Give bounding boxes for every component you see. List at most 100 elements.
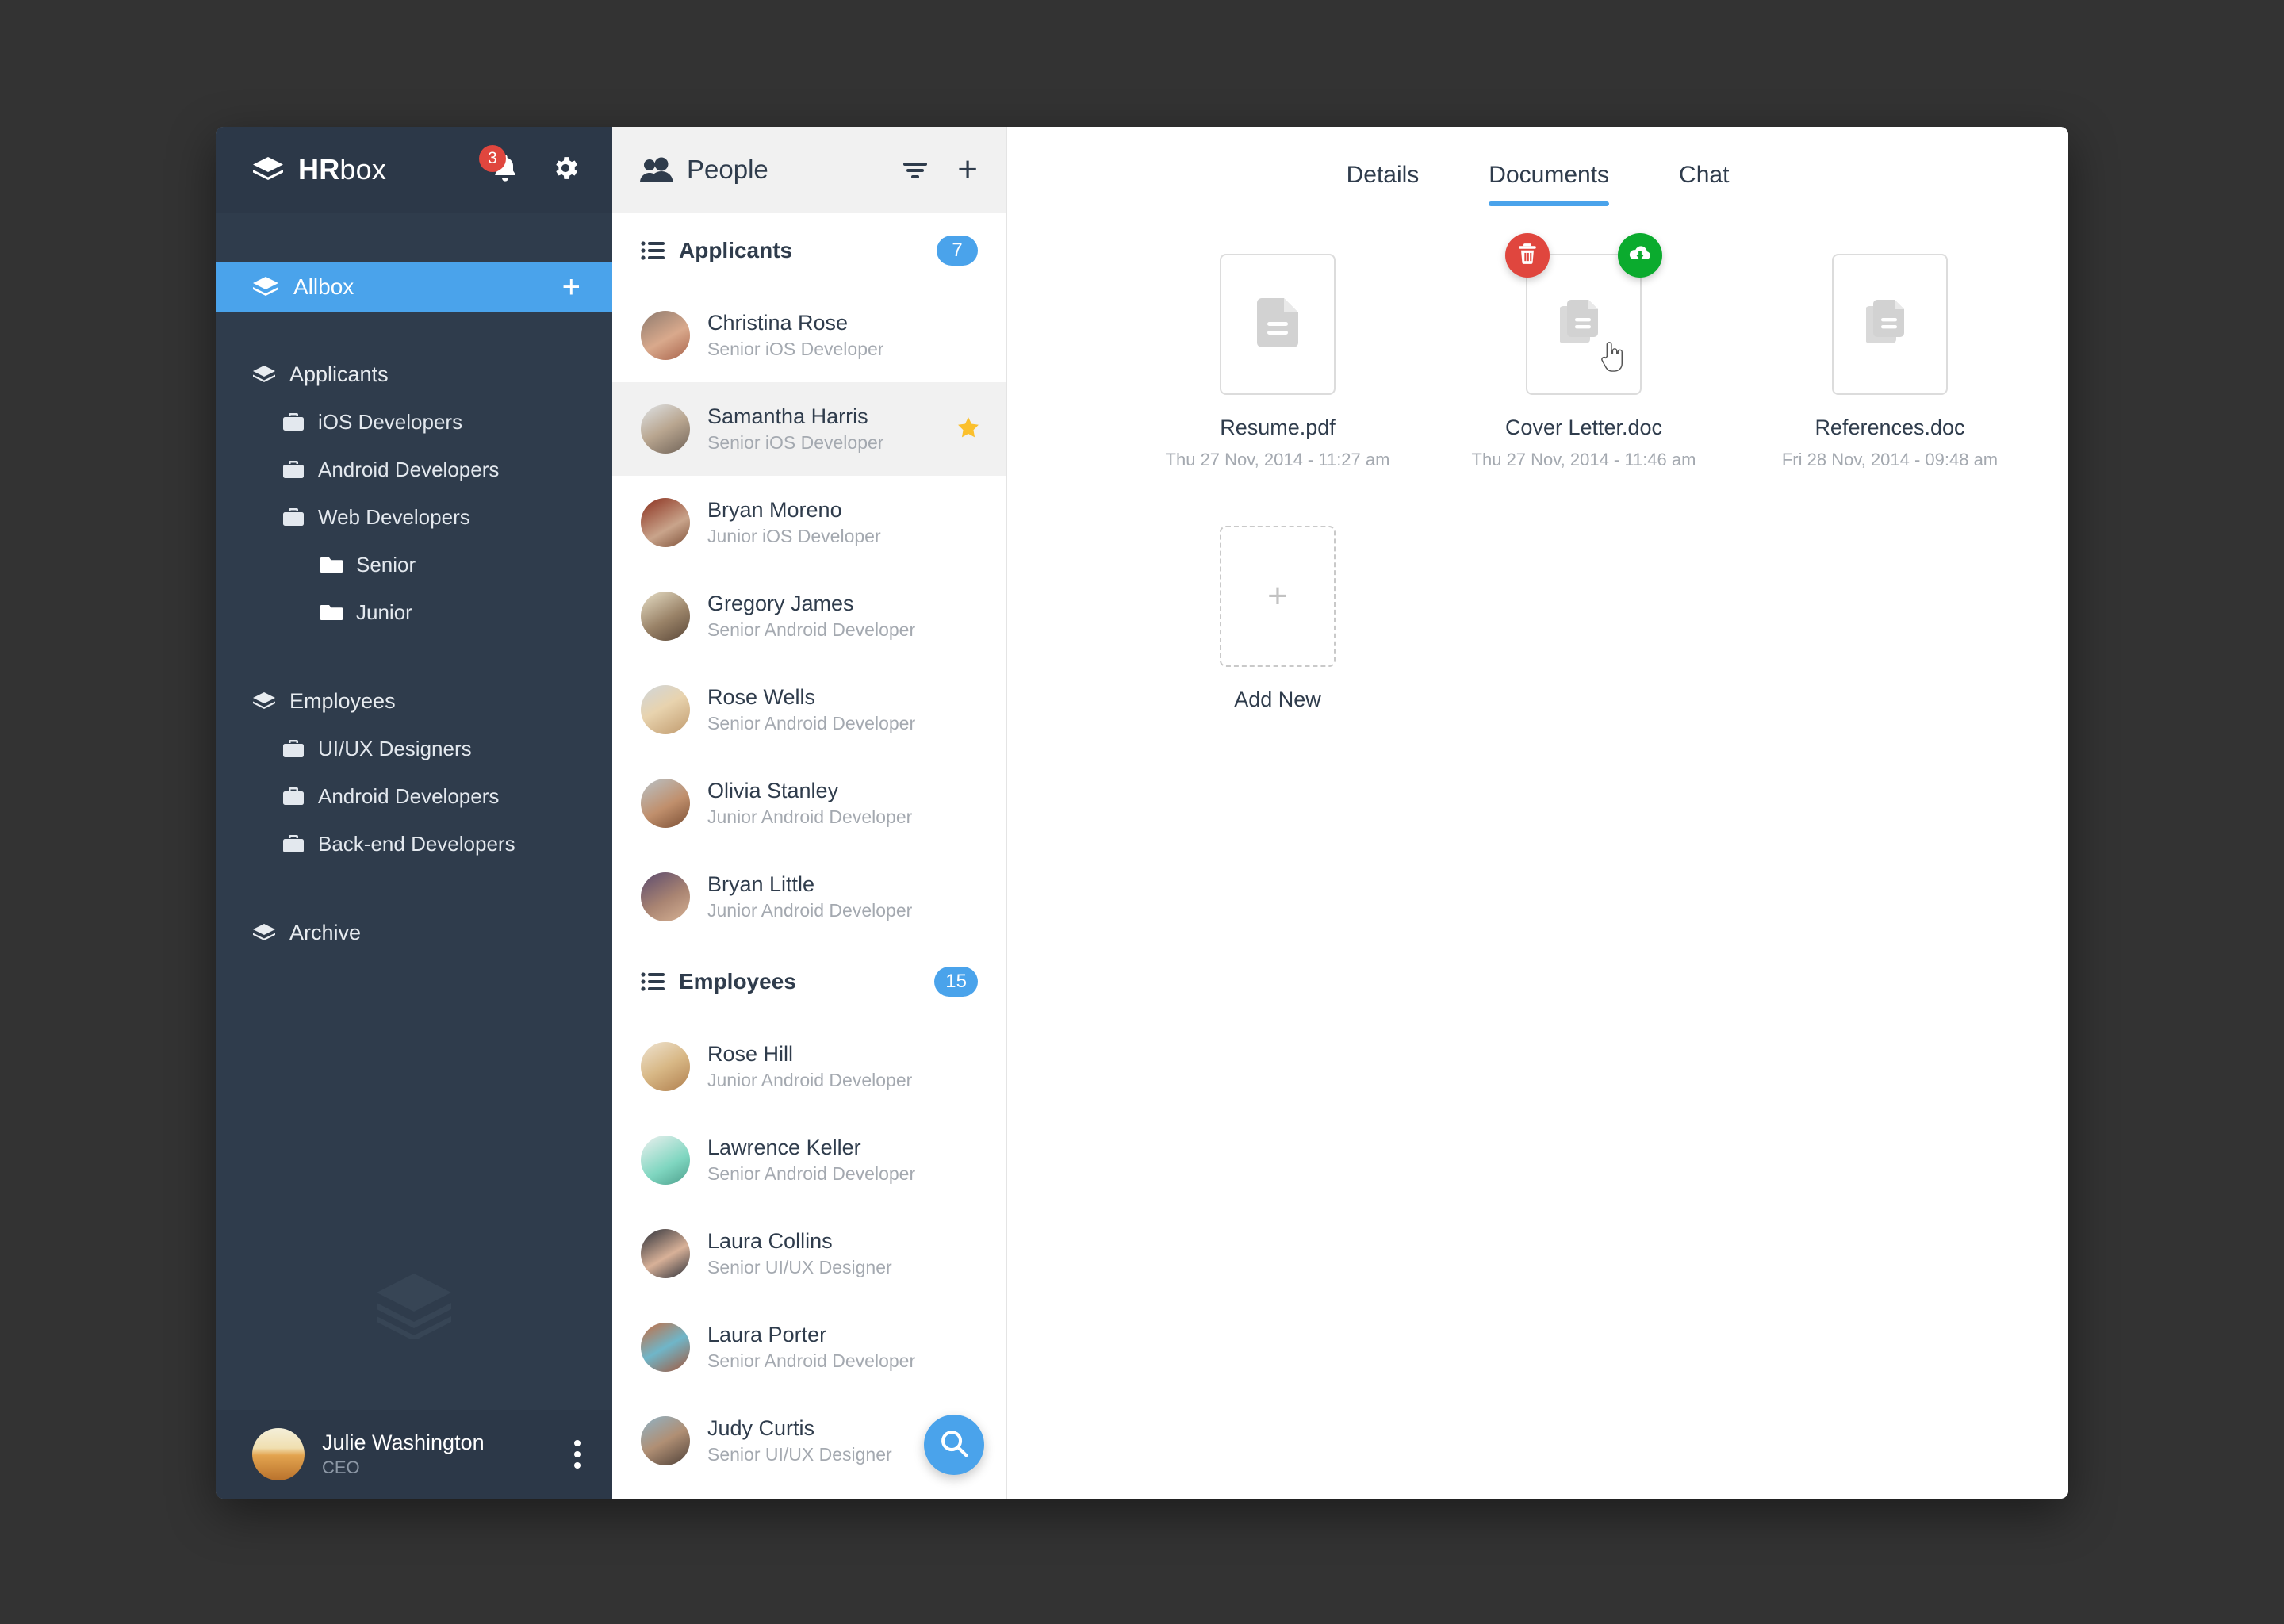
list-item[interactable]: Rose Hill Junior Android Developer <box>612 1020 1006 1113</box>
list-item[interactable]: Gregory James Senior Android Developer <box>612 569 1006 663</box>
add-person-button[interactable]: + <box>957 152 978 187</box>
sidebar-group-archive[interactable]: Archive <box>216 909 612 956</box>
list-item[interactable]: Bryan Little Junior Android Developer <box>612 850 1006 944</box>
sidebar-user-footer[interactable]: Julie Washington CEO <box>216 1410 612 1499</box>
person-info: Laura Porter Senior Android Developer <box>707 1321 915 1373</box>
avatar <box>641 1042 690 1091</box>
document-card[interactable]: Cover Letter.doc Thu 27 Nov, 2014 - 11:4… <box>1431 233 1737 470</box>
person-name: Gregory James <box>707 591 854 615</box>
sidebar-item-allbox[interactable]: Allbox + <box>216 262 612 312</box>
avatar <box>641 498 690 547</box>
list-item[interactable]: Laura Collins Senior UI/UX Designer <box>612 1207 1006 1300</box>
people-icon <box>639 156 674 183</box>
download-document-button[interactable] <box>1618 233 1662 278</box>
avatar <box>641 311 690 360</box>
sidebar-item-android-developers[interactable]: Android Developers <box>216 446 612 493</box>
tab-chat[interactable]: Chat <box>1644 162 1764 206</box>
filter-icon[interactable] <box>902 156 929 183</box>
tab-documents[interactable]: Documents <box>1454 162 1644 206</box>
sidebar-item-web-developers[interactable]: Web Developers <box>216 493 612 541</box>
list-item[interactable]: Rose Wells Senior Android Developer <box>612 663 1006 756</box>
sidebar-item-ios-developers[interactable]: iOS Developers <box>216 398 612 446</box>
person-name: Laura Collins <box>707 1228 833 1253</box>
document-thumbnail[interactable] <box>1220 254 1336 395</box>
list-item[interactable]: Laura Porter Senior Android Developer <box>612 1300 1006 1394</box>
section-title: Employees <box>679 969 796 994</box>
brand-bold: HR <box>298 153 340 186</box>
list-item[interactable]: Olivia Stanley Junior Android Developer <box>612 756 1006 850</box>
user-role: CEO <box>322 1457 360 1477</box>
sidebar-group-applicants[interactable]: Applicants <box>216 350 612 398</box>
sidebar-item-junior[interactable]: Junior <box>216 588 612 636</box>
notification-badge: 3 <box>479 145 506 172</box>
briefcase-icon <box>282 833 305 854</box>
avatar <box>641 779 690 828</box>
sidebar-item-backend-developers[interactable]: Back-end Developers <box>216 820 612 868</box>
document-date: Thu 27 Nov, 2014 - 11:27 am <box>1165 450 1390 469</box>
tab-bar: Details Documents Chat <box>1007 127 2068 206</box>
people-list[interactable]: Applicants 7 Christina Rose Senior iOS D… <box>612 213 1006 1499</box>
document-thumbnail[interactable] <box>1505 233 1662 395</box>
sidebar-item-employee-android-developers[interactable]: Android Developers <box>216 772 612 820</box>
document-date: Thu 27 Nov, 2014 - 11:46 am <box>1471 450 1696 469</box>
section-header-applicants[interactable]: Applicants 7 <box>612 213 1006 289</box>
star-icon[interactable] <box>957 416 979 442</box>
more-vertical-icon[interactable] <box>574 1440 584 1469</box>
person-info: Bryan Little Junior Android Developer <box>707 871 912 923</box>
layers-icon <box>374 1271 454 1343</box>
person-name: Christina Rose <box>707 310 849 335</box>
documents-area: Resume.pdf Thu 27 Nov, 2014 - 11:27 am C… <box>1007 206 2068 1499</box>
person-role: Senior Android Developer <box>707 619 916 641</box>
sidebar-item-label: Junior <box>356 599 412 624</box>
person-role: Junior Android Developer <box>707 806 913 828</box>
person-name: Judy Curtis <box>707 1415 815 1440</box>
document-card[interactable]: References.doc Fri 28 Nov, 2014 - 09:48 … <box>1737 254 2043 470</box>
person-role: Senior UI/UX Designer <box>707 1444 892 1465</box>
settings-button[interactable] <box>550 155 581 185</box>
sidebar-watermark <box>216 1271 612 1343</box>
sidebar-item-label: Back-end Developers <box>318 831 515 856</box>
add-box-button[interactable]: + <box>562 271 581 303</box>
sidebar-item-label: Allbox <box>293 274 354 299</box>
avatar <box>641 685 690 734</box>
person-info: Laura Collins Senior UI/UX Designer <box>707 1228 892 1280</box>
sidebar-item-label: Android Developers <box>318 783 500 808</box>
briefcase-icon <box>282 459 305 480</box>
add-document-dropzone[interactable]: + <box>1220 526 1336 667</box>
document-card[interactable]: Resume.pdf Thu 27 Nov, 2014 - 11:27 am <box>1125 254 1431 470</box>
person-info: Judy Curtis Senior UI/UX Designer <box>707 1415 892 1467</box>
person-info: Gregory James Senior Android Developer <box>707 590 915 642</box>
person-info: Rose Hill Junior Android Developer <box>707 1040 912 1093</box>
layers-icon <box>252 923 276 943</box>
notifications-button[interactable]: 3 <box>479 145 522 186</box>
section-header-employees[interactable]: Employees 15 <box>612 944 1006 1020</box>
person-role: Junior iOS Developer <box>707 526 881 547</box>
search-button[interactable] <box>924 1415 984 1475</box>
delete-document-button[interactable] <box>1505 233 1550 278</box>
avatar <box>641 872 690 921</box>
list-item[interactable]: Christina Rose Senior iOS Developer <box>612 289 1006 382</box>
tab-details[interactable]: Details <box>1312 162 1454 206</box>
sidebar-item-uiux-designers[interactable]: UI/UX Designers <box>216 725 612 772</box>
user-info: Julie Washington CEO <box>322 1430 485 1479</box>
person-name: Samantha Harris <box>707 404 868 428</box>
document-thumbnail[interactable] <box>1832 254 1948 395</box>
person-role: Senior iOS Developer <box>707 339 884 360</box>
avatar <box>641 592 690 641</box>
person-name: Rose Hill <box>707 1041 794 1066</box>
brand-title: HRbox <box>298 153 386 186</box>
add-document-card[interactable]: + Add New <box>1125 526 1431 712</box>
sidebar-item-label: iOS Developers <box>318 409 463 434</box>
pointing-hand-cursor <box>1599 340 1623 376</box>
list-item[interactable]: Bryan Moreno Junior iOS Developer <box>612 476 1006 569</box>
list-item[interactable]: Samantha Harris Senior iOS Developer <box>612 382 1006 476</box>
sidebar-group-employees[interactable]: Employees <box>216 677 612 725</box>
folder-icon <box>320 603 343 622</box>
list-item[interactable]: Lawrence Keller Senior Android Developer <box>612 1113 1006 1207</box>
people-panel-header: People + <box>612 127 1006 213</box>
sidebar-item-senior[interactable]: Senior <box>216 541 612 588</box>
sidebar-item-label: UI/UX Designers <box>318 736 472 760</box>
layers-icon <box>252 691 276 711</box>
